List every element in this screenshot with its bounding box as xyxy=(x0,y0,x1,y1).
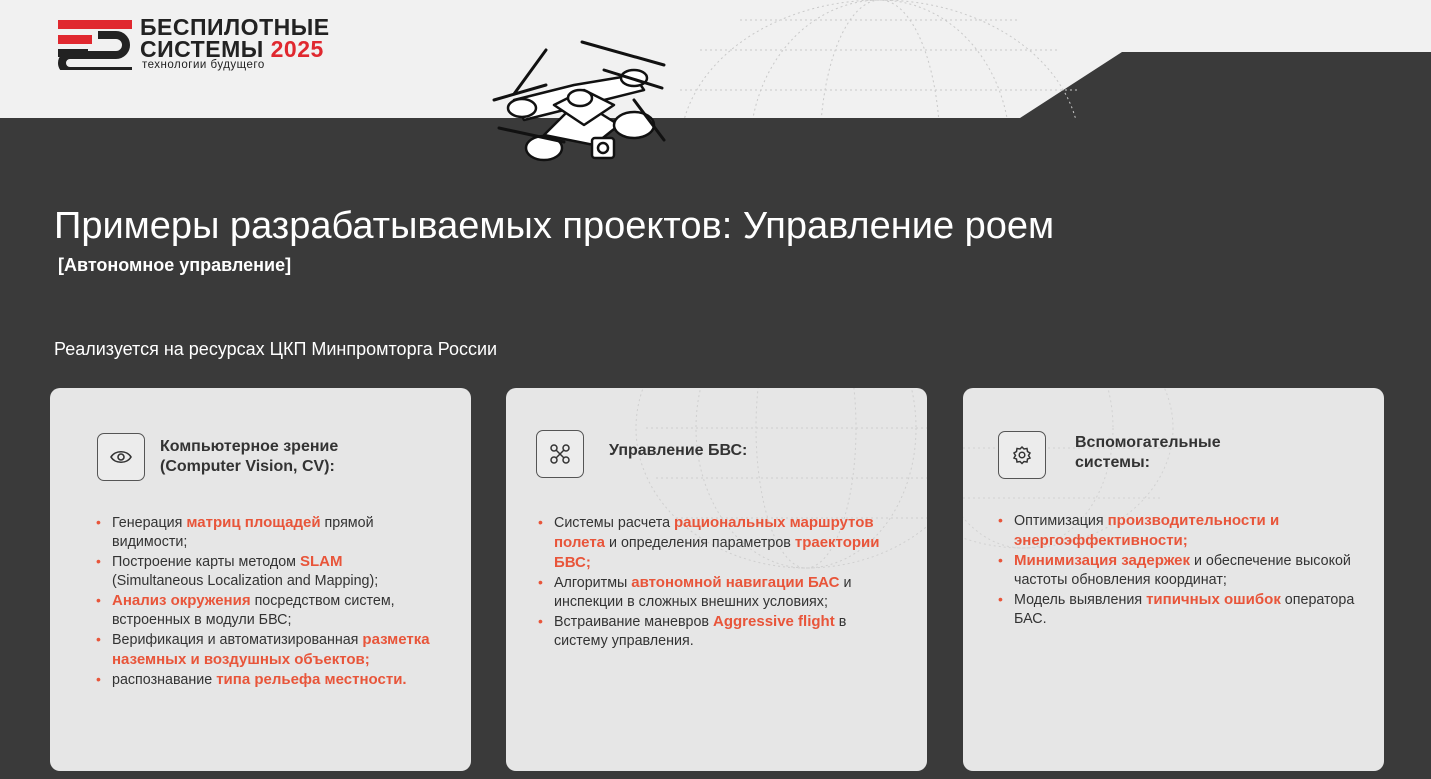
list-item: Генерация матриц площадей прямой видимос… xyxy=(96,513,436,552)
card-icon-box xyxy=(998,431,1046,479)
list-item: Оптимизация производительности и энергоэ… xyxy=(998,511,1358,551)
logo-year: 2025 xyxy=(270,36,324,62)
highlight-text: SLAM xyxy=(299,553,343,570)
logo-title-line1: БЕСПИЛОТНЫЕ xyxy=(140,14,330,40)
logo-mark-icon xyxy=(58,20,132,70)
drone-icon xyxy=(550,444,570,464)
item-text: Алгоритмы xyxy=(554,575,632,591)
card-list: Системы расчета рациональных маршрутов п… xyxy=(538,513,898,651)
item-text: Модель выявления xyxy=(1014,592,1147,608)
card-title: Компьютерное зрение (Computer Vision, CV… xyxy=(160,438,339,475)
highlight-text: типичных ошибок xyxy=(1146,591,1281,608)
highlight-text: Минимизация задержек xyxy=(1014,552,1190,569)
list-item: Модель выявления типичных ошибок операто… xyxy=(998,590,1358,629)
list-item: Алгоритмы автономной навигации БАС и инс… xyxy=(538,573,898,612)
card-auxiliary-systems: Вспомогательные системы: Оптимизация про… xyxy=(963,388,1384,771)
highlight-text: автономной навигации БАС xyxy=(631,574,840,591)
event-logo: БЕСПИЛОТНЫЕ СИСТЕМЫ 2025 технологии буду… xyxy=(58,14,398,78)
highlight-text: Анализ окружения xyxy=(112,592,251,609)
item-text: Встраивание маневров xyxy=(554,614,714,630)
page-title: Примеры разрабатываемых проектов: Управл… xyxy=(54,205,1055,247)
card-uav-control: Управление БВС: Системы расчета рационал… xyxy=(506,388,927,771)
highlight-text: типа рельефа местности. xyxy=(216,671,407,688)
highlight-text: матриц площадей xyxy=(186,514,321,531)
list-item: Верификация и автоматизированная разметк… xyxy=(96,630,436,670)
item-text: распознавание xyxy=(112,672,217,688)
card-list: Генерация матриц площадей прямой видимос… xyxy=(96,513,436,690)
item-text: и определения параметров xyxy=(605,535,795,551)
logo-tagline: технологии будущего xyxy=(142,59,265,71)
card-icon-box xyxy=(97,433,145,481)
eye-icon xyxy=(110,450,132,464)
item-text: Генерация xyxy=(112,515,187,531)
highlight-text: Aggressive flight xyxy=(713,613,835,630)
gear-icon xyxy=(1012,445,1032,465)
card-computer-vision: Компьютерное зрение (Computer Vision, CV… xyxy=(50,388,471,771)
drone-illustration xyxy=(492,40,666,162)
card-list: Оптимизация производительности и энергоэ… xyxy=(998,511,1358,629)
list-item: Минимизация задержек и обеспечение высок… xyxy=(998,551,1358,590)
card-icon-box xyxy=(536,430,584,478)
item-text: Системы расчета xyxy=(554,515,675,531)
card-title: Вспомогательные системы: xyxy=(1075,434,1221,471)
card-title: Управление БВС: xyxy=(609,442,748,459)
list-item: Построение карты методом SLAM (Simultane… xyxy=(96,552,436,591)
item-text: (Simultaneous Localization and Mapping); xyxy=(112,573,379,589)
item-text: Оптимизация xyxy=(1014,513,1108,529)
item-text: Построение карты методом xyxy=(112,554,300,570)
page-subtitle: [Автономное управление] xyxy=(58,255,292,275)
item-text: Верификация и автоматизированная xyxy=(112,632,363,648)
list-item: Встраивание маневров Aggressive flight в… xyxy=(538,612,898,651)
logo-title: БЕСПИЛОТНЫЕ СИСТЕМЫ 2025 xyxy=(140,14,330,62)
intro-text: Реализуется на ресурсах ЦКП Минпромторга… xyxy=(54,339,498,359)
list-item: распознавание типа рельефа местности. xyxy=(96,670,436,690)
list-item: Системы расчета рациональных маршрутов п… xyxy=(538,513,898,573)
list-item: Анализ окружения посредством систем, вст… xyxy=(96,591,436,630)
